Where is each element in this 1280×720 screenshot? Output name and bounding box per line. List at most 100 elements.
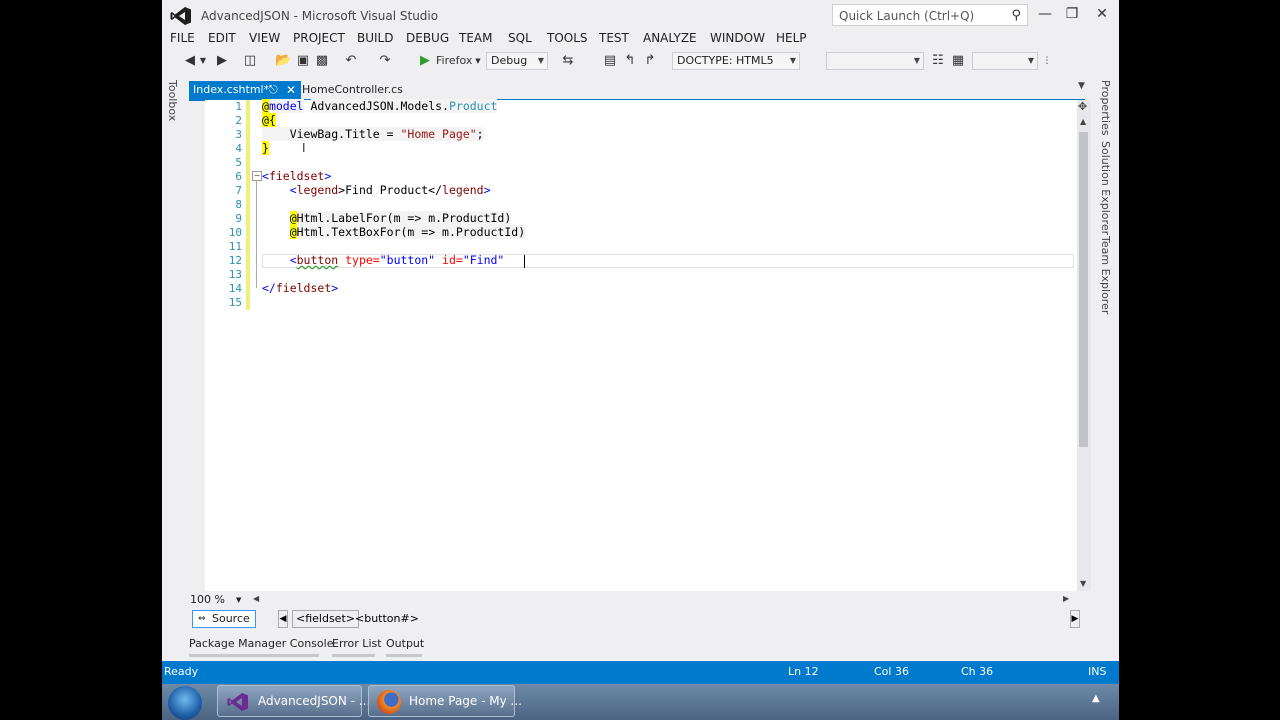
open-file-icon[interactable]: 📂: [275, 52, 291, 70]
source-view-button[interactable]: ⇔ Source: [192, 610, 256, 628]
code-text: >Find Product</: [338, 183, 443, 197]
horizontal-scroll-row[interactable]: [184, 592, 1092, 608]
line-number: 13: [228, 268, 242, 281]
scroll-down-icon[interactable]: ▼: [1080, 579, 1086, 588]
chevron-down-icon[interactable]: ▼: [474, 52, 482, 70]
scroll-up-icon[interactable]: ▲: [1080, 117, 1086, 126]
chevron-down-icon: ▼: [236, 596, 242, 604]
tab-package-manager-console[interactable]: Package Manager Console: [189, 637, 333, 650]
forward-icon[interactable]: ▶: [214, 52, 230, 70]
pin-icon[interactable]: ⎋: [269, 81, 278, 99]
menu-analyze[interactable]: ANALYZE: [643, 31, 697, 45]
format-icon[interactable]: ☷: [930, 52, 946, 70]
line-number: 8: [235, 198, 242, 211]
save-icon[interactable]: ▣: [295, 52, 311, 70]
redo-icon[interactable]: ↷: [377, 52, 393, 70]
menu-tools[interactable]: TOOLS: [547, 31, 588, 45]
scroll-left-icon[interactable]: ◀: [253, 594, 259, 603]
properties-tab[interactable]: Properties: [1099, 80, 1112, 136]
menu-window[interactable]: WINDOW: [710, 31, 765, 45]
code-line-2: @{: [262, 113, 276, 127]
run-target-button[interactable]: Firefox: [436, 52, 472, 70]
vertical-scroll-thumb[interactable]: [1079, 132, 1088, 447]
bookmark-icon[interactable]: ▤: [602, 52, 618, 70]
doctype-select[interactable]: DOCTYPE: HTML5 ▼: [672, 52, 800, 70]
show-hidden-icons-icon[interactable]: ▲: [1092, 693, 1100, 704]
line-number: 10: [228, 226, 242, 239]
minimize-button[interactable]: —: [1033, 4, 1057, 24]
menu-help[interactable]: HELP: [776, 31, 807, 45]
code-text: Html.TextBoxFor(m => m.ProductId): [296, 225, 526, 239]
menu-team[interactable]: TEAM: [459, 31, 492, 45]
tab-index-cshtml[interactable]: Index.cshtml* ⎋ ✕: [189, 81, 301, 99]
tab-output[interactable]: Output: [386, 637, 424, 650]
breadcrumb-fieldset[interactable]: <fieldset>: [292, 610, 359, 628]
layout-icon[interactable]: ▦: [950, 52, 966, 70]
toolbar-overflow-icon[interactable]: ⋮: [1042, 52, 1052, 70]
browser-link-icon[interactable]: ⇆: [560, 52, 576, 70]
code-bracket: >: [324, 169, 332, 183]
zoom-select[interactable]: 100 % ▼: [190, 593, 244, 607]
nav-left-icon[interactable]: ◀: [278, 610, 288, 628]
menu-project[interactable]: PROJECT: [293, 31, 345, 45]
chevron-down-icon: ▼: [789, 56, 796, 65]
breadcrumb-button[interactable]: <button#>: [355, 612, 419, 625]
start-debug-icon[interactable]: ▶: [417, 52, 433, 70]
outline-fold-line: [256, 180, 257, 288]
code-line-14: </fieldset>: [262, 281, 338, 295]
code-type: Product: [448, 99, 498, 113]
code-line-12: <button type="button" id="Find": [262, 253, 505, 267]
status-char: Ch 36: [961, 665, 994, 678]
solution-explorer-tab[interactable]: Solution Explorer: [1099, 141, 1112, 235]
code-editor[interactable]: [205, 100, 1077, 591]
restore-button[interactable]: ❐: [1060, 4, 1084, 24]
solution-config-select[interactable]: Debug ▼: [486, 52, 548, 70]
close-icon[interactable]: ✕: [286, 81, 296, 99]
menu-view[interactable]: VIEW: [249, 31, 280, 45]
toolbox-tab[interactable]: Toolbox: [166, 80, 179, 121]
team-explorer-tab[interactable]: Team Explorer: [1099, 236, 1112, 314]
tab-home-controller[interactable]: HomeController.cs: [302, 81, 403, 99]
back-icon[interactable]: ◀: [182, 52, 198, 70]
target-schema-select[interactable]: ▼: [826, 52, 924, 70]
menu-build[interactable]: BUILD: [357, 31, 393, 45]
menu-sql[interactable]: SQL: [508, 31, 532, 45]
razor-at: @: [289, 225, 297, 239]
quick-launch-placeholder: Quick Launch (Ctrl+Q): [839, 9, 975, 23]
code-line-6: <fieldset>: [262, 169, 331, 183]
quick-launch-input[interactable]: Quick Launch (Ctrl+Q) ⚲: [832, 4, 1028, 26]
chevron-down-icon[interactable]: ▼: [1078, 81, 1085, 91]
chevron-down-icon[interactable]: ▼: [198, 52, 208, 70]
code-attr-value: "button": [379, 253, 436, 267]
code-bracket: <: [262, 183, 297, 197]
code-bracket: >: [331, 281, 339, 295]
code-line-7: <legend>Find Product</legend>: [262, 183, 491, 197]
new-project-icon[interactable]: ◫: [242, 52, 258, 70]
solution-config-value: Debug: [491, 54, 528, 67]
close-window-button[interactable]: ✕: [1090, 4, 1114, 24]
line-number: 11: [228, 240, 242, 253]
menu-edit[interactable]: EDIT: [208, 31, 236, 45]
next-bookmark-icon[interactable]: ↱: [642, 52, 658, 70]
scroll-right-icon[interactable]: ▶: [1063, 594, 1069, 603]
nav-right-icon[interactable]: ▶: [1070, 610, 1080, 628]
previous-bookmark-icon[interactable]: ↰: [622, 52, 638, 70]
code-bracket: <: [262, 253, 297, 267]
menu-file[interactable]: FILE: [170, 31, 195, 45]
collapse-toggle[interactable]: −: [252, 171, 262, 181]
style-select[interactable]: ▼: [972, 52, 1038, 70]
menu-debug[interactable]: DEBUG: [406, 31, 449, 45]
taskbar-item-visual-studio[interactable]: AdvancedJSON - ...: [217, 685, 370, 717]
undo-icon[interactable]: ↶: [343, 52, 359, 70]
start-button-icon[interactable]: [168, 686, 202, 720]
line-number: 1: [235, 100, 242, 113]
code-tag: legend: [442, 183, 484, 197]
menu-test[interactable]: TEST: [599, 31, 629, 45]
razor-at: @: [262, 99, 269, 113]
code-bracket: </: [262, 281, 276, 295]
tab-error-list[interactable]: Error List: [332, 637, 382, 650]
split-icon[interactable]: ✥: [1078, 100, 1087, 113]
status-ready: Ready: [164, 665, 199, 678]
taskbar-item-firefox[interactable]: Home Page - My ...: [368, 685, 522, 717]
save-all-icon[interactable]: ▩: [314, 52, 330, 70]
